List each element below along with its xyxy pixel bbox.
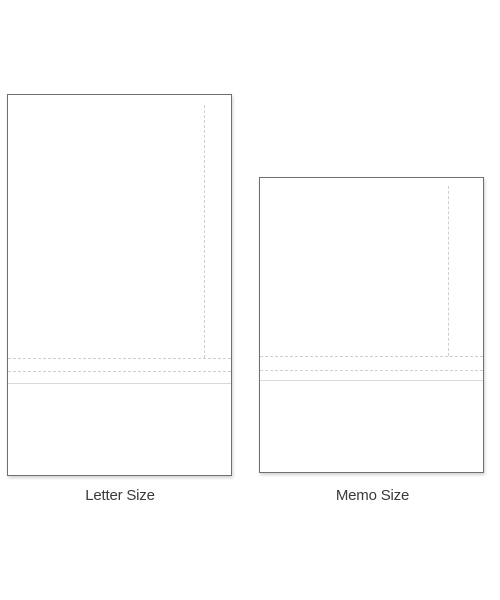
- vertical-perforation: [448, 186, 449, 356]
- stub-perforation: [8, 371, 231, 372]
- memo-size-label: Memo Size: [335, 487, 410, 504]
- letter-size-sheet: [7, 94, 232, 476]
- vertical-perforation: [204, 105, 205, 358]
- horizontal-perforation: [260, 356, 483, 357]
- fold-line: [260, 380, 483, 381]
- memo-size-sheet: [259, 177, 484, 473]
- horizontal-perforation: [8, 358, 231, 359]
- fold-line: [8, 383, 231, 384]
- letter-size-label: Letter Size: [85, 487, 155, 504]
- product-illustration: Letter Size Memo Size: [0, 0, 500, 600]
- stub-perforation: [260, 370, 483, 371]
